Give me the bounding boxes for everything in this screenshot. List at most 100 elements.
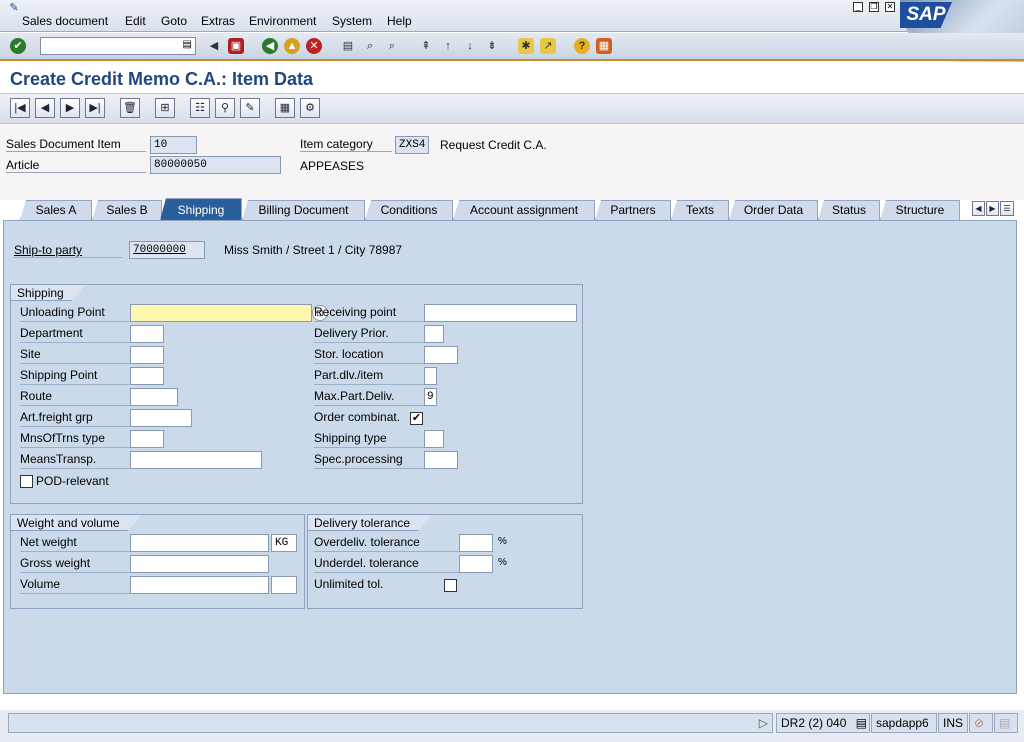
means-of-transport-type-input[interactable] (130, 430, 164, 448)
tab-account-assignment[interactable]: Account assignment (453, 200, 595, 220)
previous-item-icon[interactable]: ◀ (35, 98, 55, 118)
delivery-tolerance-title: Delivery tolerance (308, 515, 432, 531)
delivery-tolerance-group: Delivery tolerance Overdeliv. tolerance … (307, 514, 583, 609)
tab-billing-document[interactable]: Billing Document (242, 200, 365, 220)
shipping-point-input[interactable] (130, 367, 164, 385)
next-page-icon[interactable]: ↓ (462, 38, 478, 54)
delivery-priority-input[interactable] (424, 325, 444, 343)
partial-delivery-item-label: Part.dlv./item (314, 367, 424, 385)
net-weight-unit[interactable]: KG (271, 534, 297, 552)
tab-order-data[interactable]: Order Data (729, 200, 818, 220)
tab-partners[interactable]: Partners (595, 200, 671, 220)
first-page-icon[interactable]: ⇞ (418, 38, 434, 54)
overdelivery-percent: % (498, 536, 507, 547)
net-weight-input[interactable] (130, 534, 269, 552)
next-item-icon[interactable]: ▶ (60, 98, 80, 118)
menu-extras[interactable]: Extras (201, 14, 235, 28)
menu-help[interactable]: Help (387, 14, 412, 28)
last-page-icon[interactable]: ⇟ (484, 38, 500, 54)
gross-weight-input[interactable] (130, 555, 269, 573)
command-field[interactable]: ▤ (40, 37, 196, 55)
storage-location-input[interactable] (424, 346, 458, 364)
article-field: 80000050 (150, 156, 281, 174)
title-bar: Create Credit Memo C.A.: Item Data (0, 63, 1024, 94)
route-input[interactable] (130, 388, 178, 406)
restore-icon[interactable]: ❐ (869, 2, 879, 12)
receiving-point-input[interactable] (424, 304, 577, 322)
help-icon[interactable]: ? (574, 38, 590, 54)
enter-check-icon[interactable]: ✔ (10, 38, 26, 54)
find-icon[interactable]: ⌕ (362, 38, 378, 54)
site-input[interactable] (130, 346, 164, 364)
find-next-icon[interactable]: ⌕ (384, 38, 400, 54)
tab-sales-a[interactable]: Sales A (20, 200, 92, 220)
department-input[interactable] (130, 325, 164, 343)
special-processing-input[interactable] (424, 451, 458, 469)
menu-environment[interactable]: Environment (249, 14, 316, 28)
unlimited-tolerance-checkbox[interactable] (444, 579, 457, 592)
menu-sales-document[interactable]: Sales document (22, 14, 108, 28)
previous-page-icon[interactable]: ↑ (440, 38, 456, 54)
max-partial-deliveries-input[interactable]: 9 (424, 388, 437, 406)
means-transp-label: MeansTransp. (20, 451, 130, 469)
edit-document-icon[interactable]: ✎ (240, 98, 260, 118)
delete-icon[interactable]: 🗑 (120, 98, 140, 118)
pod-relevant-checkbox[interactable] (20, 475, 33, 488)
display-doc-flow-icon[interactable]: ⚲ (215, 98, 235, 118)
save-icon[interactable]: ▣ (228, 38, 244, 54)
volume-input[interactable] (130, 576, 269, 594)
underdelivery-tolerance-input[interactable] (459, 555, 493, 573)
last-item-icon[interactable]: ▶| (85, 98, 105, 118)
shipping-type-input[interactable] (424, 430, 444, 448)
menu-system[interactable]: System (332, 14, 372, 28)
tab-list-icon[interactable]: ☰ (1000, 201, 1014, 216)
back-icon[interactable]: ◀ (262, 38, 278, 54)
minimize-icon[interactable]: _ (853, 2, 863, 12)
layout-menu-icon[interactable]: ▦ (596, 38, 612, 54)
item-overview-icon[interactable]: ☷ (190, 98, 210, 118)
status-end-icon: ▤ (994, 713, 1018, 733)
close-icon[interactable]: ✕ (885, 2, 895, 12)
first-item-icon[interactable]: |◀ (10, 98, 30, 118)
configuration-icon[interactable]: ⚙ (300, 98, 320, 118)
tab-conditions[interactable]: Conditions (365, 200, 453, 220)
shipping-group-title: Shipping (11, 285, 86, 301)
header-details-icon[interactable]: ⊞ (155, 98, 175, 118)
system-info[interactable]: DR2 (2) 040 ▤ (776, 713, 870, 733)
menu-icon[interactable]: ✎ (6, 0, 22, 16)
new-session-icon[interactable]: ✱ (518, 38, 534, 54)
tab-texts[interactable]: Texts (671, 200, 729, 220)
volume-unit[interactable] (271, 576, 297, 594)
insert-mode[interactable]: INS (938, 713, 968, 733)
print-icon[interactable]: ▤ (340, 38, 356, 54)
partial-delivery-item-input[interactable] (424, 367, 437, 385)
menu-edit[interactable]: Edit (125, 14, 146, 28)
overdelivery-tolerance-input[interactable] (459, 534, 493, 552)
tab-scroll-left-icon[interactable]: ◀ (972, 201, 985, 216)
back-arrow-small-icon[interactable]: ◀ (206, 38, 222, 54)
ship-to-party-label[interactable]: Ship-to party (14, 243, 122, 258)
means-transp-input[interactable] (130, 451, 262, 469)
tab-structure[interactable]: Structure (880, 200, 960, 220)
art-freight-grp-label: Art.freight grp (20, 409, 130, 427)
unloading-point-input[interactable] (130, 304, 312, 322)
tab-status[interactable]: Status (818, 200, 880, 220)
shortcut-icon[interactable]: ↗ (540, 38, 556, 54)
art-freight-grp-input[interactable] (130, 409, 192, 427)
status-expand-icon[interactable]: ▷ (759, 714, 768, 732)
exit-icon[interactable]: ▲ (284, 38, 300, 54)
status-bar: ▷ DR2 (2) 040 ▤ sapdapp6 INS ⊘ ▤ (0, 710, 1024, 742)
cancel-icon[interactable]: ✕ (306, 38, 322, 54)
shipping-point-label: Shipping Point (20, 367, 130, 385)
item-category-field: ZXS4 (395, 136, 429, 154)
unloading-point-label: Unloading Point (20, 304, 130, 322)
tab-sales-b[interactable]: Sales B (92, 200, 162, 220)
menu-goto[interactable]: Goto (161, 14, 187, 28)
tab-shipping[interactable]: Shipping (160, 198, 242, 220)
ship-to-party-field[interactable]: 70000000 (129, 241, 205, 259)
calculator-icon[interactable]: ▦ (275, 98, 295, 118)
system-info-icon[interactable]: ▤ (856, 714, 867, 732)
item-category-label: Item category (300, 137, 392, 152)
order-combination-checkbox[interactable]: ✔ (410, 412, 423, 425)
tab-scroll-right-icon[interactable]: ▶ (986, 201, 999, 216)
